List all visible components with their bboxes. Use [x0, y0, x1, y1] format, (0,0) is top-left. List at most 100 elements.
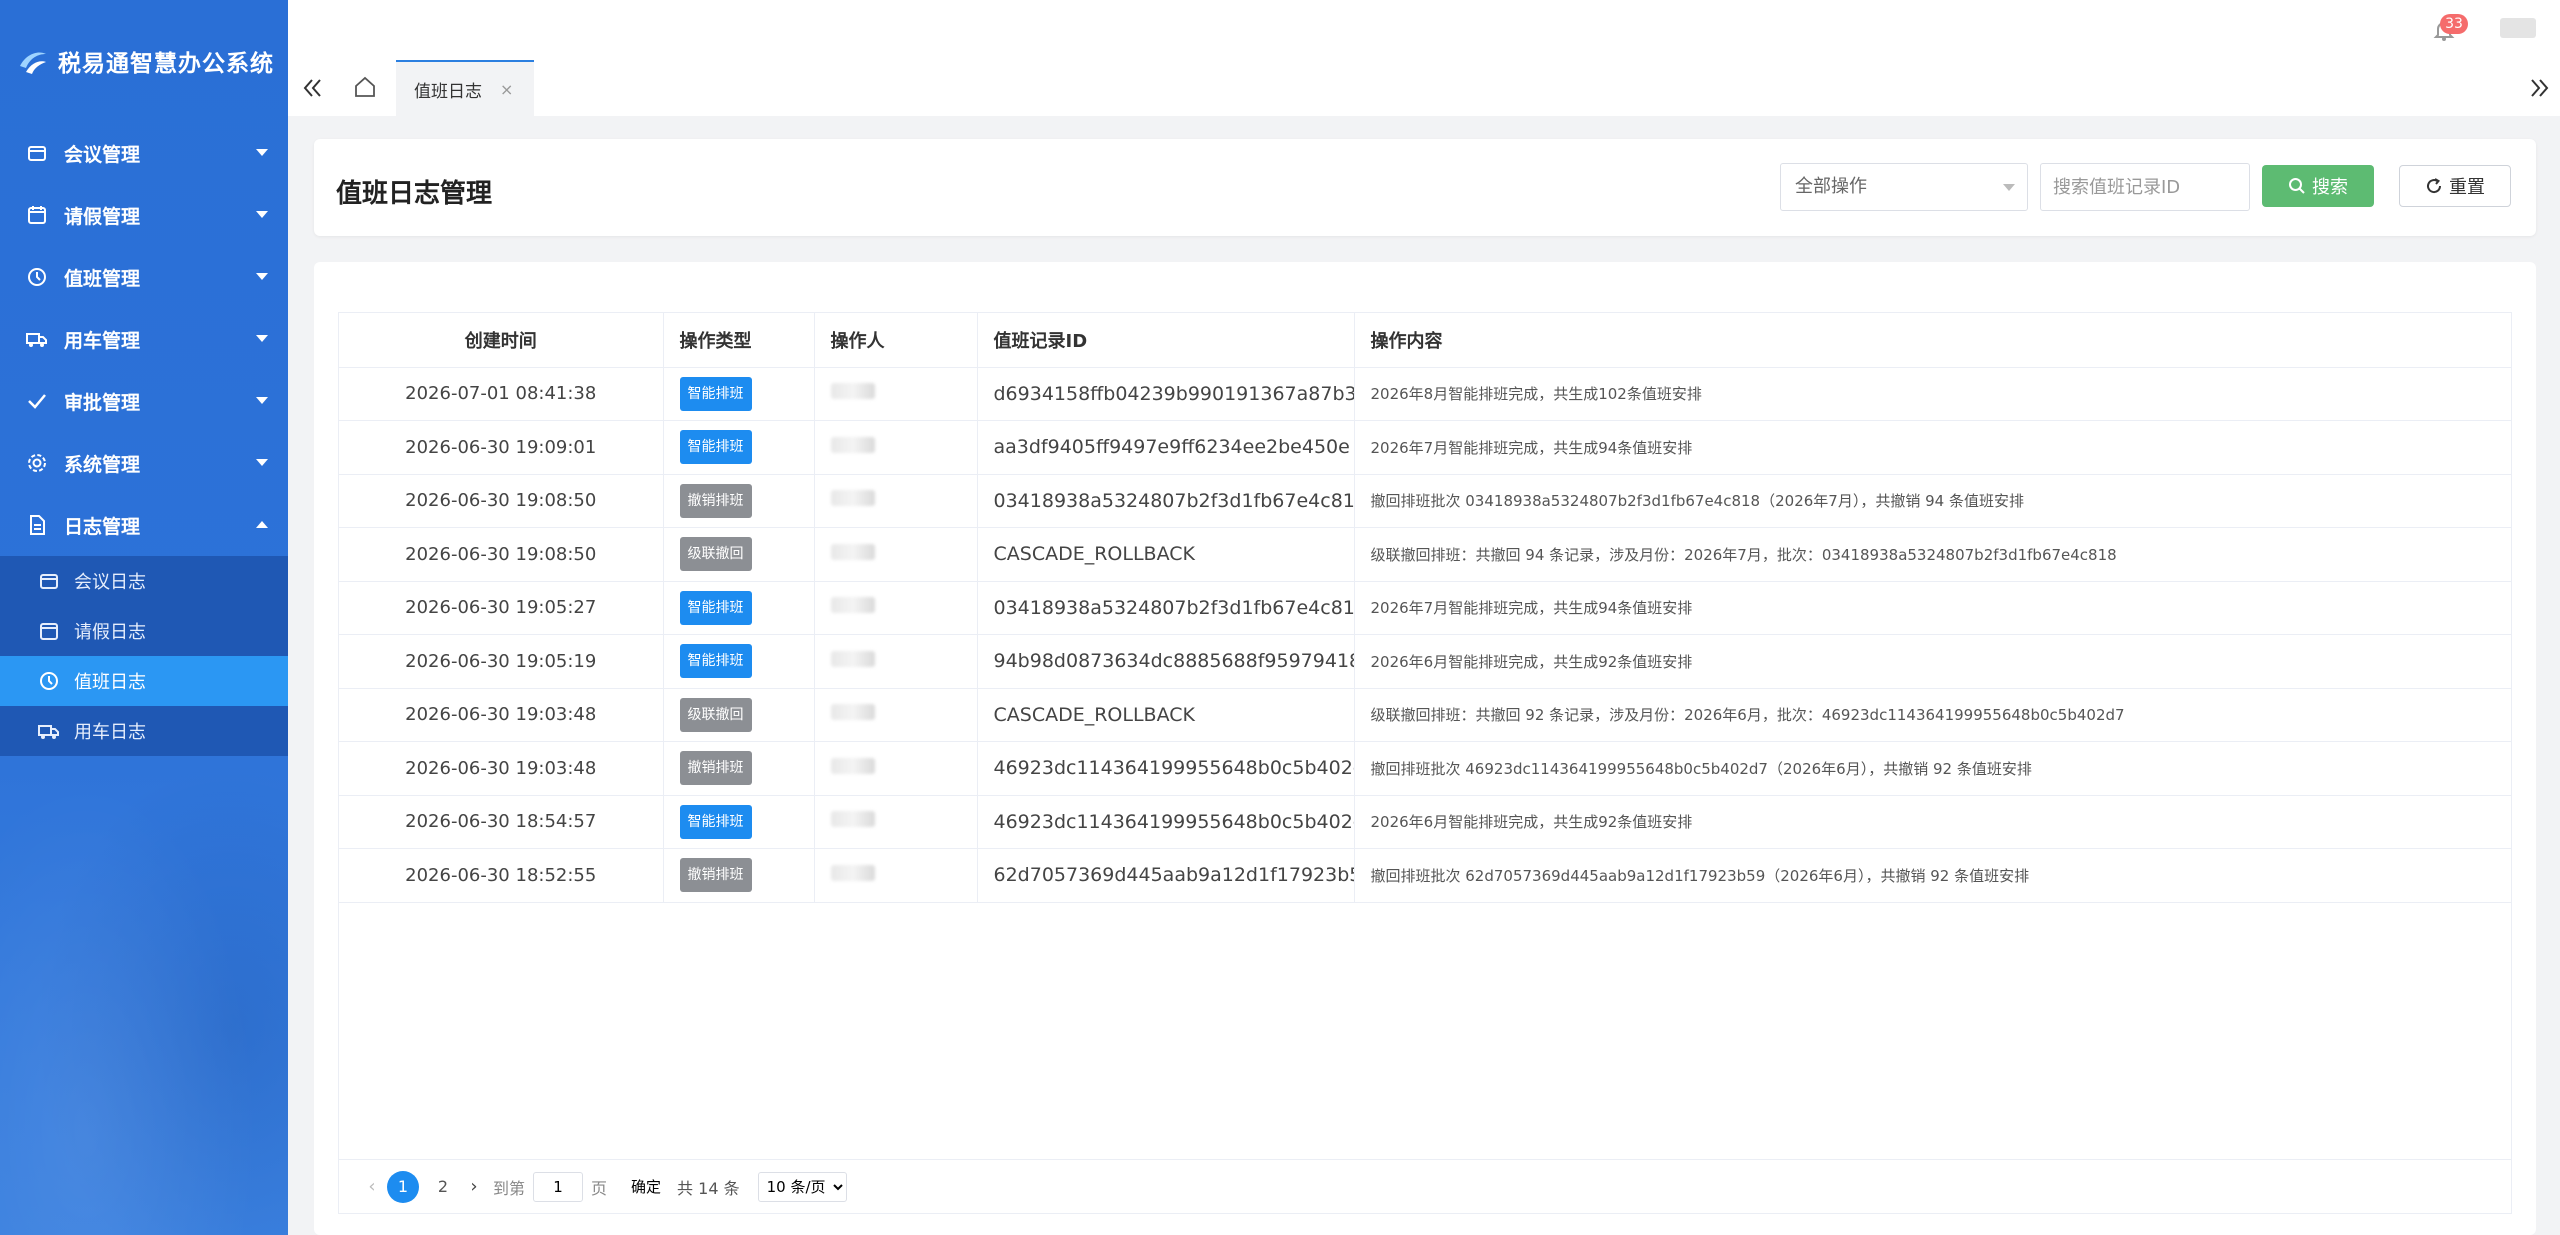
cell-operator — [814, 634, 978, 689]
goto-confirm-button[interactable]: 确定 — [623, 1171, 670, 1202]
double-chevron-right-icon[interactable] — [2528, 78, 2550, 98]
operator-name-blurred — [830, 811, 875, 828]
truck-icon — [26, 328, 48, 350]
tab-label: 值班日志 — [414, 81, 482, 102]
operator-name-blurred — [830, 436, 875, 453]
menu-logs[interactable]: 日志管理 — [0, 494, 288, 556]
cell-record-id: 03418938a5324807b2f3d1fb67e4c818 — [977, 581, 1355, 635]
cell-operator — [814, 367, 978, 421]
double-chevron-left-icon[interactable] — [302, 78, 324, 98]
menu-meeting[interactable]: 会议管理 — [0, 122, 288, 184]
cell-content: 级联撤回排班：共撤回 92 条记录，涉及月份：2026年6月，批次：46923d… — [1354, 688, 2511, 742]
page-unit-label: 页 — [591, 1178, 608, 1198]
table-row: 2026-06-30 19:09:01 智能排班 aa3df9405ff9497e9… — [339, 420, 2511, 475]
chevron-left-icon[interactable]: ‹ — [361, 1176, 383, 1197]
cell-type: 智能排班 — [663, 367, 815, 421]
chevron-down-icon — [2003, 184, 2015, 191]
chevron-down-icon — [256, 149, 268, 156]
chevron-down-icon — [256, 397, 268, 404]
page-title: 值班日志管理 — [336, 179, 493, 209]
menu-system-label: 系统管理 — [64, 453, 141, 476]
table-row: 2026-06-30 19:03:48 级联撤回 CASCADE_ROLLBACK 级… — [339, 688, 2511, 742]
page-1-button[interactable]: 1 — [387, 1170, 419, 1203]
menu-duty[interactable]: 值班管理 — [0, 246, 288, 308]
column-header-type[interactable]: 操作类型 — [663, 313, 815, 368]
cell-time: 2026-06-30 19:03:48 — [339, 741, 664, 796]
goto-label: 到第 — [493, 1178, 526, 1198]
cell-record-id: CASCADE_ROLLBACK — [977, 527, 1355, 582]
operator-name-blurred — [830, 383, 875, 400]
menu-leave[interactable]: 请假管理 — [0, 184, 288, 246]
avatar[interactable] — [2500, 18, 2536, 38]
cell-time: 2026-07-01 08:41:38 — [339, 367, 664, 421]
menu-vehicle[interactable]: 用车管理 — [0, 308, 288, 370]
cell-content: 2026年8月智能排班完成，共生成102条值班安排 — [1354, 367, 2511, 421]
cell-time: 2026-06-30 19:05:19 — [339, 634, 664, 689]
cell-operator — [814, 848, 978, 903]
sidebar-item-leave-log[interactable]: 请假日志 — [0, 606, 288, 656]
operation-type-tag: 智能排班 — [679, 804, 752, 839]
operation-type-tag: 撤销排班 — [679, 751, 752, 786]
search-button[interactable]: 搜索 — [2262, 165, 2374, 207]
chevron-right-icon[interactable]: › — [463, 1176, 485, 1197]
column-header-content[interactable]: 操作内容 — [1354, 313, 2511, 368]
clock-icon — [38, 670, 60, 692]
cell-content: 级联撤回排班：共撤回 94 条记录，涉及月份：2026年7月，批次：034189… — [1354, 527, 2511, 582]
column-header-operator[interactable]: 操作人 — [814, 313, 978, 368]
cell-time: 2026-06-30 19:09:01 — [339, 420, 664, 475]
page-size-select[interactable]: 10 条/页 — [757, 1171, 847, 1202]
page-2-button[interactable]: 2 — [427, 1171, 459, 1203]
reset-button[interactable]: 重置 — [2399, 165, 2511, 207]
cell-content: 撤回排班批次 46923dc114364199955648b0c5b402d7（… — [1354, 741, 2511, 796]
sidebar-item-meeting-log[interactable]: 会议日志 — [0, 556, 288, 606]
operation-type-tag: 智能排班 — [679, 590, 752, 625]
sidebar-item-duty-log[interactable]: 值班日志 — [0, 656, 288, 706]
cell-content: 2026年7月智能排班完成，共生成94条值班安排 — [1354, 581, 2511, 635]
chevron-down-icon — [256, 211, 268, 218]
cell-operator — [814, 741, 978, 796]
close-icon[interactable]: × — [500, 80, 513, 99]
app-logo[interactable]: 税易通智慧办公系统 — [0, 0, 288, 122]
table-row: 2026-06-30 19:05:27 智能排班 03418938a5324807b… — [339, 581, 2511, 635]
column-header-record-id[interactable]: 值班记录ID — [977, 313, 1355, 368]
home-icon[interactable] — [352, 74, 378, 100]
search-button-label: 搜索 — [2312, 177, 2348, 198]
tab-duty-log[interactable]: 值班日志 × — [396, 60, 534, 116]
menu-logs-label: 日志管理 — [64, 515, 141, 538]
reset-button-label: 重置 — [2449, 177, 2485, 198]
cell-type: 智能排班 — [663, 634, 815, 689]
table-row: 2026-06-30 18:54:57 智能排班 46923dc1143641999… — [339, 795, 2511, 849]
operation-type-tag: 智能排班 — [679, 644, 752, 679]
cell-time: 2026-06-30 19:05:27 — [339, 581, 664, 635]
cell-operator — [814, 527, 978, 582]
cell-time: 2026-06-30 19:08:50 — [339, 527, 664, 582]
table-row: 2026-06-30 19:05:19 智能排班 94b98d0873634dc88… — [339, 634, 2511, 689]
cell-type: 智能排班 — [663, 581, 815, 635]
logo-icon — [20, 52, 46, 74]
operation-type-tag: 智能排班 — [679, 430, 752, 465]
cell-record-id: 62d7057369d445aab9a12d1f17923b59 — [977, 848, 1355, 903]
sidebar-item-label: 值班日志 — [74, 672, 146, 693]
search-input[interactable] — [2040, 163, 2250, 211]
calendar-icon — [38, 620, 60, 642]
sidebar-item-vehicle-log[interactable]: 用车日志 — [0, 706, 288, 756]
cell-content: 撤回排班批次 62d7057369d445aab9a12d1f17923b59（… — [1354, 848, 2511, 903]
goto-page-input[interactable] — [533, 1171, 584, 1202]
app-title: 税易通智慧办公系统 — [58, 51, 274, 77]
cell-time: 2026-06-30 18:54:57 — [339, 795, 664, 849]
menu-system[interactable]: 系统管理 — [0, 432, 288, 494]
sidebar-item-label: 用车日志 — [74, 722, 146, 743]
operation-type-select[interactable]: 全部操作 — [1780, 163, 2028, 211]
menu-approval[interactable]: 审批管理 — [0, 370, 288, 432]
menu-meeting-label: 会议管理 — [64, 143, 141, 166]
log-table: 创建时间 操作类型 操作人 值班记录ID 操作内容 2026-07-01 08:… — [338, 312, 2512, 1214]
cell-type: 撤销排班 — [663, 741, 815, 796]
truck-icon — [38, 720, 60, 742]
cell-content: 2026年7月智能排班完成，共生成94条值班安排 — [1354, 420, 2511, 475]
refresh-icon — [2427, 178, 2442, 194]
calendar-box-icon — [26, 142, 48, 164]
notification-badge: 33 — [2440, 14, 2468, 34]
table-row: 2026-06-30 19:03:48 撤销排班 46923dc1143641999… — [339, 741, 2511, 796]
column-header-time[interactable]: 创建时间 — [339, 313, 664, 368]
table-header-row: 创建时间 操作类型 操作人 值班记录ID 操作内容 — [339, 313, 2511, 368]
